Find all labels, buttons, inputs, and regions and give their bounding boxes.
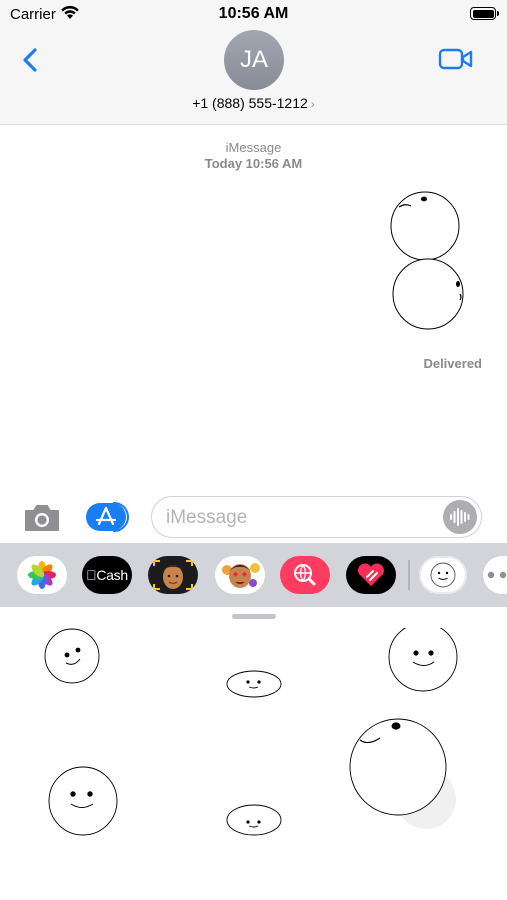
smiley-stickers-app-button[interactable] bbox=[419, 556, 467, 594]
message-timestamp: Today 10:56 AM bbox=[204, 156, 303, 171]
status-time: 10:56 AM bbox=[218, 5, 289, 22]
chevron-right-icon: › bbox=[310, 97, 315, 111]
app-drawer-divider bbox=[408, 560, 410, 590]
globe-search-icon bbox=[294, 564, 316, 586]
waveform-icon[interactable] bbox=[443, 500, 477, 534]
memoji-icon bbox=[153, 560, 193, 590]
photos-icon bbox=[28, 561, 56, 589]
sticker-smiley-large[interactable] bbox=[386, 624, 462, 692]
sticker-flat-face-bottom[interactable] bbox=[225, 802, 285, 838]
panel-grabber[interactable] bbox=[232, 614, 276, 619]
contact-number: +1 (888) 555-1212 bbox=[192, 95, 308, 111]
sticker-ball-dragging[interactable] bbox=[346, 712, 462, 838]
video-camera-icon[interactable] bbox=[438, 46, 474, 72]
memoji-stickers-app-button[interactable] bbox=[215, 556, 265, 594]
sticker-flat-face-top[interactable] bbox=[225, 668, 285, 700]
apple-cash-app-button[interactable]: Cash bbox=[82, 556, 132, 594]
delivery-status: Delivered bbox=[423, 356, 482, 371]
smiley-icon bbox=[430, 562, 456, 588]
chevron-left-icon[interactable] bbox=[18, 44, 48, 76]
heart-icon bbox=[358, 563, 384, 586]
apple-cash-label: Cash bbox=[91, 567, 128, 583]
apple-logo-icon:  bbox=[86, 567, 97, 583]
memoji-stickers-icon bbox=[222, 563, 260, 588]
photos-app-button[interactable] bbox=[17, 556, 67, 594]
status-bar: Carrier 10:56 AM bbox=[0, 0, 507, 28]
contact-name[interactable]: +1 (888) 555-1212 › bbox=[0, 95, 507, 111]
sent-sticker[interactable] bbox=[385, 186, 467, 332]
message-input-placeholder[interactable]: iMessage bbox=[166, 507, 247, 529]
sticker-smiley-medium[interactable] bbox=[46, 764, 122, 840]
app-store-icon[interactable] bbox=[85, 500, 131, 534]
digital-touch-app-button[interactable] bbox=[346, 556, 396, 594]
web-search-app-button[interactable] bbox=[280, 556, 330, 594]
memoji-app-button[interactable] bbox=[148, 556, 198, 594]
camera-icon[interactable] bbox=[22, 503, 62, 533]
contact-avatar[interactable]: JA bbox=[224, 30, 284, 90]
sticker-smiley-small[interactable] bbox=[42, 626, 102, 686]
message-service-label: iMessage bbox=[225, 140, 282, 155]
battery-icon bbox=[470, 7, 499, 20]
